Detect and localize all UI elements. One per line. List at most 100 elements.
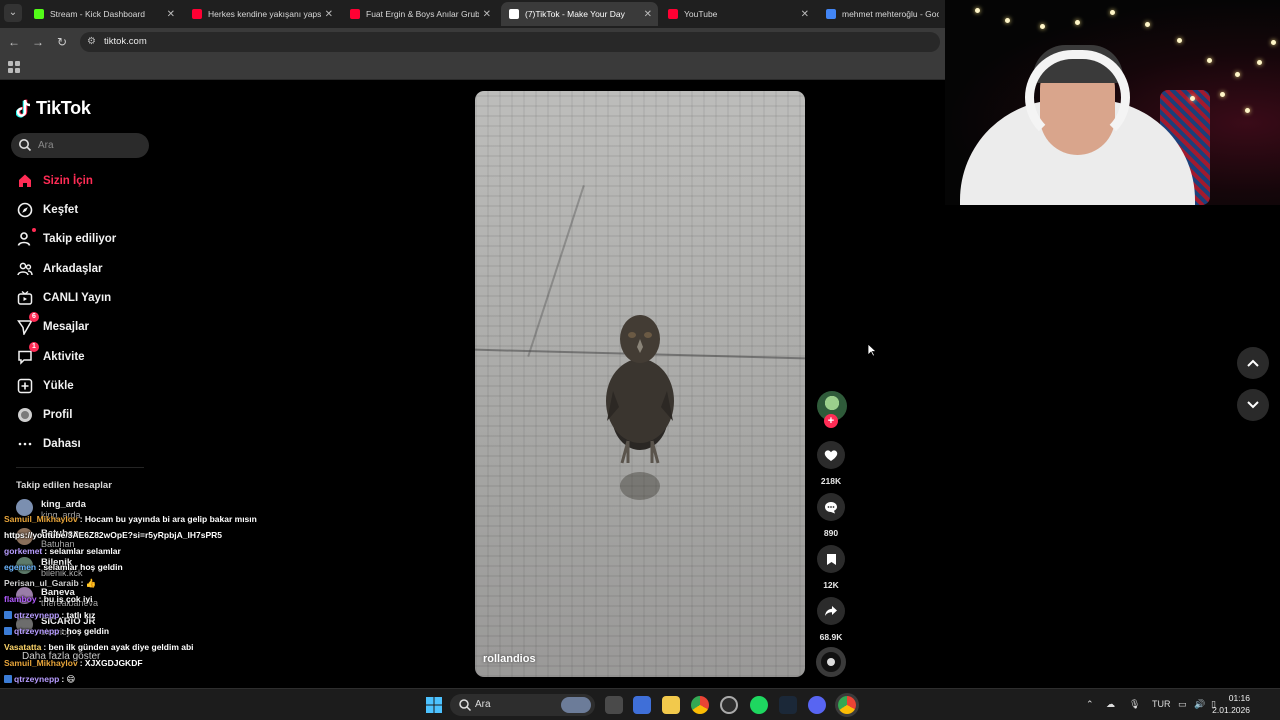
steam-icon[interactable]	[779, 696, 797, 714]
chat-username[interactable]: Perisan_ul_Garaib	[4, 578, 79, 588]
close-tab-icon[interactable]: ✕	[483, 9, 491, 20]
sidebar-item-messages[interactable]: 6 Mesajlar	[16, 312, 89, 338]
sidebar-item-label: Sizin İçin	[43, 175, 93, 187]
previous-video-button[interactable]	[1237, 347, 1269, 379]
string-light	[1207, 58, 1212, 63]
browser-tab[interactable]: Herkes kendine yakışanı yapsın ✕	[184, 2, 339, 26]
task-view-icon[interactable]	[605, 696, 623, 714]
video-player[interactable]: rollandios	[475, 91, 805, 677]
follow-button[interactable]: +	[824, 414, 838, 428]
browser-tab[interactable]: Stream - Kick Dashboard ✕	[26, 2, 181, 26]
search-placeholder: Ara	[38, 140, 54, 151]
network-icon[interactable]: ▭	[1178, 699, 1187, 710]
search-icon	[19, 139, 32, 152]
save-button[interactable]	[817, 545, 845, 573]
chat-message: https://youtube/3AE6Z82wOpE?si=r5yRpbjA_…	[4, 530, 222, 540]
browser-tab[interactable]: mehmet mehteroğlu - Google	[818, 2, 945, 26]
sidebar-item-label: Profil	[43, 409, 73, 421]
language-indicator[interactable]: TUR	[1152, 699, 1171, 709]
sidebar-item-friends[interactable]: Arkadaşlar	[16, 258, 102, 280]
chat-username[interactable]: egemen	[4, 562, 36, 572]
back-icon[interactable]: ←	[6, 34, 22, 50]
chrome-icon[interactable]	[691, 696, 709, 714]
browser-tab-title: mehmet mehteroğlu - Google	[842, 9, 939, 19]
file-explorer-icon[interactable]	[662, 696, 680, 714]
music-disc-icon[interactable]	[816, 647, 846, 677]
sidebar-item-following[interactable]: Takip ediliyor	[16, 228, 116, 250]
chat-message: flamboy: bu iş çok iyi	[4, 594, 92, 604]
windows-start-icon[interactable]	[425, 696, 443, 714]
volume-icon[interactable]: 🔊	[1194, 699, 1205, 710]
sidebar-item-home[interactable]: Sizin İçin	[16, 170, 93, 192]
site-info-icon[interactable]: ⚙	[87, 36, 96, 47]
chrome-active-icon[interactable]	[838, 696, 856, 714]
store-icon[interactable]	[633, 696, 651, 714]
chat-username[interactable]: qtrzeynepp	[14, 626, 59, 636]
sidebar-item-activity[interactable]: 1 Aktivite	[16, 342, 85, 368]
comment-button[interactable]	[817, 493, 845, 521]
taskbar-search[interactable]: Ara	[450, 694, 595, 716]
tab-search-button[interactable]: ⌄	[4, 4, 22, 22]
close-tab-icon[interactable]: ✕	[325, 9, 333, 20]
spotify-icon[interactable]	[750, 696, 768, 714]
search-highlight-icon	[561, 697, 591, 713]
discord-icon[interactable]	[808, 696, 826, 714]
youtube-icon	[192, 9, 202, 19]
chat-username[interactable]: qtrzeynepp	[14, 674, 59, 684]
chat-username[interactable]: gorkemet	[4, 546, 42, 556]
url-field[interactable]: ⚙ tiktok.com	[80, 32, 940, 52]
chat-text: : selamlar selamlar	[44, 546, 121, 556]
compass-icon	[16, 201, 34, 219]
video-author[interactable]: rollandios	[483, 653, 536, 665]
clock-time[interactable]: 01:16	[1229, 693, 1250, 703]
friends-icon	[16, 260, 34, 278]
sidebar-item-more[interactable]: Dahası	[16, 433, 81, 455]
search-input[interactable]: Ara	[11, 133, 149, 158]
sidebar-item-profile[interactable]: Profil	[16, 404, 72, 426]
chat-username[interactable]: qtrzeynepp	[14, 610, 59, 620]
microphone-icon[interactable]: 🎙	[1129, 699, 1140, 710]
next-video-button[interactable]	[1237, 389, 1269, 421]
chevron-up-icon	[1247, 359, 1259, 367]
close-tab-icon[interactable]: ✕	[644, 9, 652, 20]
reload-icon[interactable]: ↻	[54, 34, 70, 50]
forward-icon[interactable]: →	[30, 34, 46, 50]
subscriber-badge-icon	[4, 675, 12, 683]
chat-username[interactable]: Samuil_Mikhaylov	[4, 658, 78, 668]
like-button[interactable]	[817, 441, 845, 469]
webcam-overlay	[945, 0, 1280, 205]
browser-tab[interactable]: YouTube ✕	[660, 2, 815, 26]
apps-grid-icon[interactable]	[8, 61, 20, 73]
taskbar-search-label: Ara	[475, 699, 491, 710]
browser-tab-title: YouTube	[684, 9, 718, 19]
chat-username[interactable]: flamboy	[4, 594, 37, 604]
string-light	[1190, 96, 1195, 101]
clock-date[interactable]: 2.01.2026	[1212, 705, 1250, 715]
chat-username[interactable]: Vasatatta	[4, 642, 41, 652]
obs-icon[interactable]	[720, 696, 738, 714]
browser-tab[interactable]: (7)TikTok - Make Your Day ✕	[501, 2, 658, 26]
chat-username[interactable]: Samuil_Mikhaylov	[4, 514, 78, 524]
sidebar-item-compass[interactable]: Keşfet	[16, 199, 78, 221]
string-light	[1245, 108, 1250, 113]
onedrive-icon[interactable]: ☁	[1106, 699, 1115, 710]
chat-message: Samuil_Mikhaylov: XJXGDJGKDF	[4, 658, 143, 668]
subscriber-badge-icon	[4, 611, 12, 619]
upload-icon	[16, 377, 34, 395]
browser-tab[interactable]: Fuat Ergin & Boys Anılar Grubu ✕	[342, 2, 497, 26]
share-button[interactable]	[817, 597, 845, 625]
following-section-title: Takip edilen hesaplar	[16, 480, 112, 491]
chat-text: : bu iş çok iyi	[38, 594, 93, 604]
string-light	[1145, 22, 1150, 27]
bookmark-icon	[826, 553, 836, 565]
comment-count: 890	[823, 528, 839, 538]
sidebar-item-label: Takip ediliyor	[43, 233, 117, 245]
activity-icon: 1	[16, 342, 39, 366]
browser-tab-title: Herkes kendine yakışanı yapsın	[208, 9, 321, 19]
close-tab-icon[interactable]: ✕	[801, 9, 809, 20]
sidebar-item-upload[interactable]: Yükle	[16, 375, 74, 397]
close-tab-icon[interactable]: ✕	[167, 9, 175, 20]
tray-overflow-icon[interactable]: ⌃	[1086, 699, 1094, 710]
tiktok-logo[interactable]: TikTok	[16, 98, 91, 119]
sidebar-item-live[interactable]: CANLI Yayın	[16, 287, 111, 309]
